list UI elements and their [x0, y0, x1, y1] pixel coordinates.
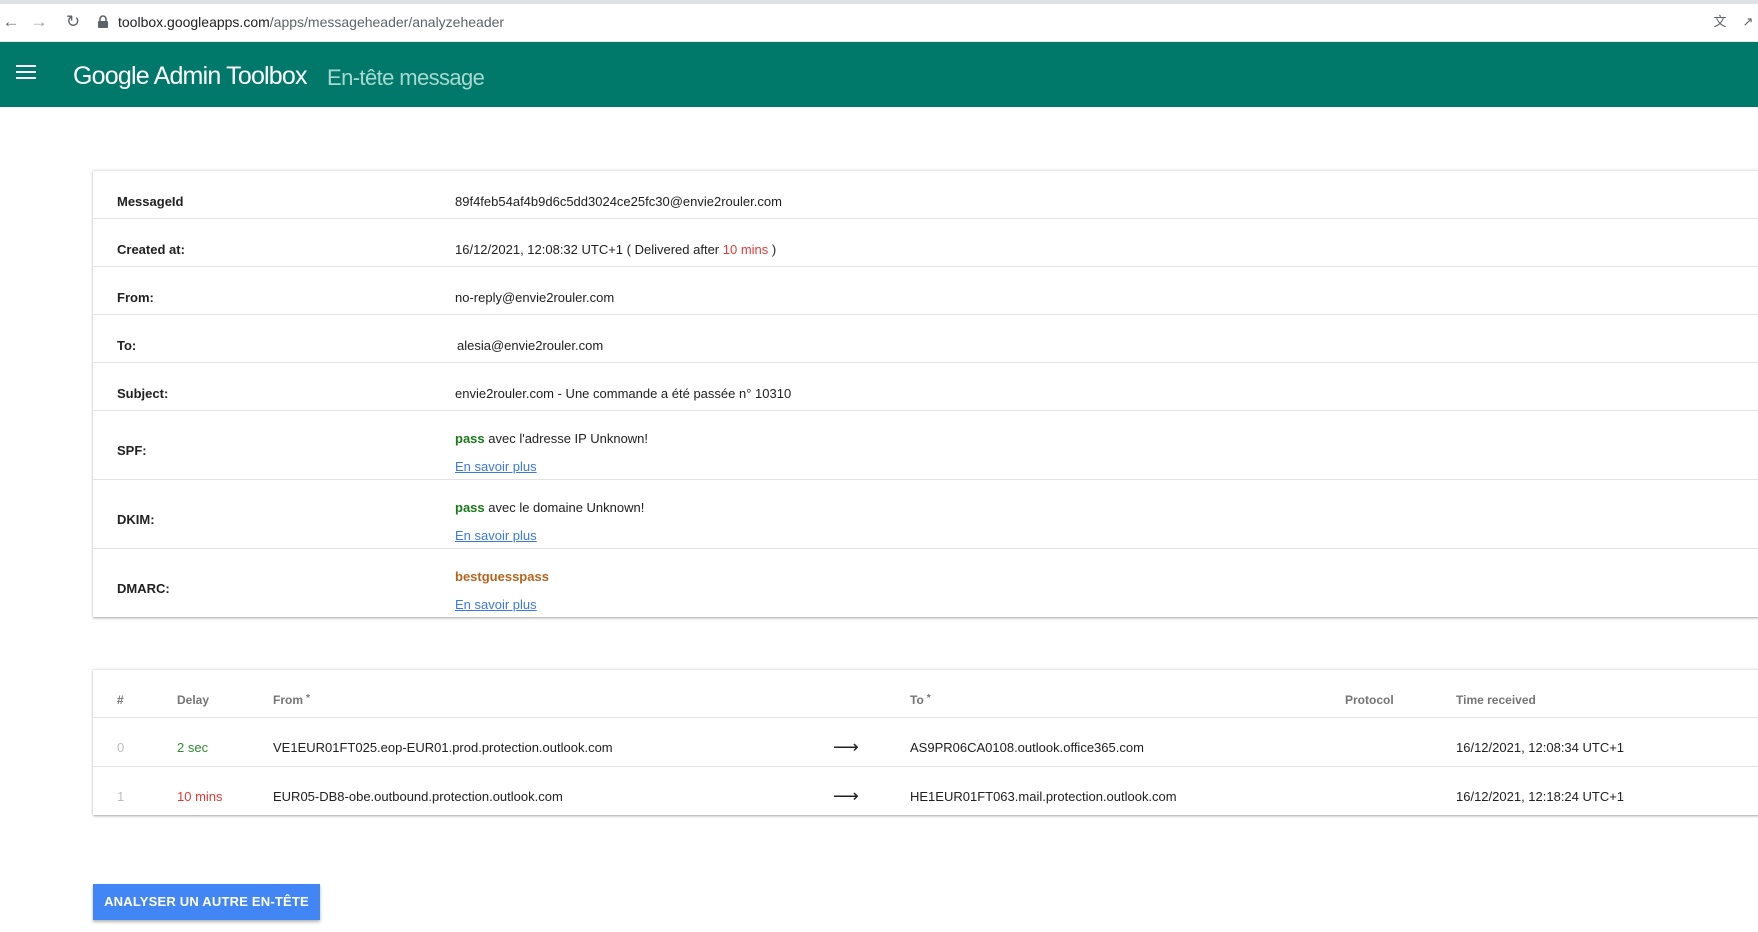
dkim-learn-more-link[interactable]: En savoir plus — [455, 528, 537, 543]
lock-icon — [98, 15, 108, 28]
dmarc-status: bestguesspass — [455, 569, 549, 584]
detail-row-dmarc: DMARC: bestguesspass En savoir plus — [93, 549, 1758, 617]
spf-value: pass avec l'adresse IP Unknown! — [455, 431, 648, 446]
detail-row-spf: SPF: pass avec l'adresse IP Unknown! En … — [93, 411, 1758, 480]
hop-number: 1 — [117, 789, 125, 804]
dkim-label: DKIM: — [117, 512, 155, 527]
analyze-another-header-button[interactable]: ANALYSER UN AUTRE EN-TÊTE — [93, 884, 320, 920]
dkim-status: pass — [455, 500, 485, 515]
col-header-num: # — [117, 693, 124, 707]
forward-arrow-icon[interactable]: → — [30, 13, 48, 31]
tab-strip — [0, 0, 1758, 4]
page-section-title: En-tête message — [327, 65, 485, 90]
app-header: Google Admin Toolbox En-tête message — [0, 42, 1758, 107]
detail-row-dkim: DKIM: pass avec le domaine Unknown! En s… — [93, 480, 1758, 549]
subject-label: Subject: — [117, 386, 169, 401]
dmarc-label: DMARC: — [117, 581, 170, 596]
back-arrow-icon[interactable]: ← — [2, 13, 20, 31]
address-bar[interactable]: toolbox.googleapps.com/apps/messageheade… — [96, 8, 1696, 36]
hop-number: 0 — [117, 740, 125, 755]
menu-icon[interactable] — [16, 65, 36, 81]
table-row: 1 10 mins EUR05-DB8-obe.outbound.protect… — [93, 767, 1758, 815]
table-header-row: # Delay From * To * Protocol Time received — [93, 670, 1758, 718]
hop-time: 16/12/2021, 12:08:34 UTC+1 — [1456, 740, 1625, 755]
delivery-delay: 10 mins — [722, 242, 769, 257]
hop-to: AS9PR06CA0108.outlook.office365.com — [910, 740, 1144, 755]
message-details-card: MessageId 89f4feb54af4b9d6c5dd3024ce25fc… — [93, 170, 1758, 617]
from-label: From: — [117, 290, 154, 305]
detail-row-subject: Subject: envie2rouler.com - Une commande… — [93, 363, 1758, 411]
messageid-label: MessageId — [117, 194, 184, 209]
col-header-protocol: Protocol — [1345, 693, 1394, 707]
arrow-right-icon: ⟶ — [833, 786, 859, 806]
url-host: toolbox.googleapps.com — [118, 14, 270, 30]
col-header-time: Time received — [1456, 693, 1536, 707]
created-value: 16/12/2021, 12:08:32 UTC+1 ( Delivered a… — [455, 242, 776, 257]
browser-toolbar: ← → ↻ toolbox.googleapps.com/apps/messag… — [0, 0, 1758, 42]
detail-row-from: From: no-reply@envie2rouler.com — [93, 267, 1758, 315]
from-asterisk: * — [306, 693, 310, 704]
dmarc-learn-more-link[interactable]: En savoir plus — [455, 597, 537, 612]
detail-row-to: To: alesia@envie2rouler.com — [93, 315, 1758, 363]
spf-status: pass — [455, 431, 485, 446]
hop-from: VE1EUR01FT025.eop-EUR01.prod.protection.… — [273, 740, 613, 755]
detail-row-created: Created at: 16/12/2021, 12:08:32 UTC+1 (… — [93, 219, 1758, 267]
to-asterisk: * — [926, 693, 931, 704]
col-header-to-label: To — [910, 693, 924, 707]
dkim-value: pass avec le domaine Unknown! — [455, 500, 644, 515]
messageid-value: 89f4feb54af4b9d6c5dd3024ce25fc30@envie2r… — [455, 194, 782, 209]
translate-icon[interactable]: 文 — [1712, 14, 1728, 30]
created-timestamp: 16/12/2021, 12:08:32 UTC+1 ( Delivered a… — [455, 242, 723, 257]
spf-learn-more-link[interactable]: En savoir plus — [455, 459, 537, 474]
created-label: Created at: — [117, 242, 185, 257]
hops-table: # Delay From * To * Protocol Time received… — [93, 669, 1758, 815]
table-row: 0 2 sec VE1EUR01FT025.eop-EUR01.prod.pro… — [93, 718, 1758, 767]
spf-label: SPF: — [117, 443, 147, 458]
dkim-text: avec le domaine Unknown! — [484, 500, 645, 515]
hop-delay: 2 sec — [177, 740, 209, 755]
hop-from: EUR05-DB8-obe.outbound.protection.outloo… — [273, 789, 563, 804]
arrow-right-icon: ⟶ — [833, 737, 859, 757]
spf-text: avec l'adresse IP Unknown! — [484, 431, 649, 446]
hop-time: 16/12/2021, 12:18:24 UTC+1 — [1456, 789, 1625, 804]
share-icon[interactable]: ↗ — [1740, 14, 1756, 30]
col-header-from: From * — [273, 693, 310, 707]
hop-to: HE1EUR01FT063.mail.protection.outlook.co… — [910, 789, 1177, 804]
brand-title: Google Admin Toolbox — [73, 62, 308, 90]
created-suffix: ) — [768, 242, 777, 257]
col-header-from-label: From — [273, 693, 303, 707]
detail-row-messageid: MessageId 89f4feb54af4b9d6c5dd3024ce25fc… — [93, 171, 1758, 219]
from-value: no-reply@envie2rouler.com — [455, 290, 615, 305]
col-header-to: To * — [910, 693, 931, 707]
url-path: /apps/messageheader/analyzeheader — [269, 14, 505, 30]
to-value: alesia@envie2rouler.com — [457, 338, 604, 353]
subject-value: envie2rouler.com - Une commande a été pa… — [455, 386, 792, 401]
reload-icon[interactable]: ↻ — [64, 13, 82, 31]
col-header-delay: Delay — [177, 693, 210, 707]
hop-delay: 10 mins — [177, 789, 223, 804]
url-text: toolbox.googleapps.com/apps/messageheade… — [118, 8, 504, 36]
to-label: To: — [117, 338, 137, 353]
